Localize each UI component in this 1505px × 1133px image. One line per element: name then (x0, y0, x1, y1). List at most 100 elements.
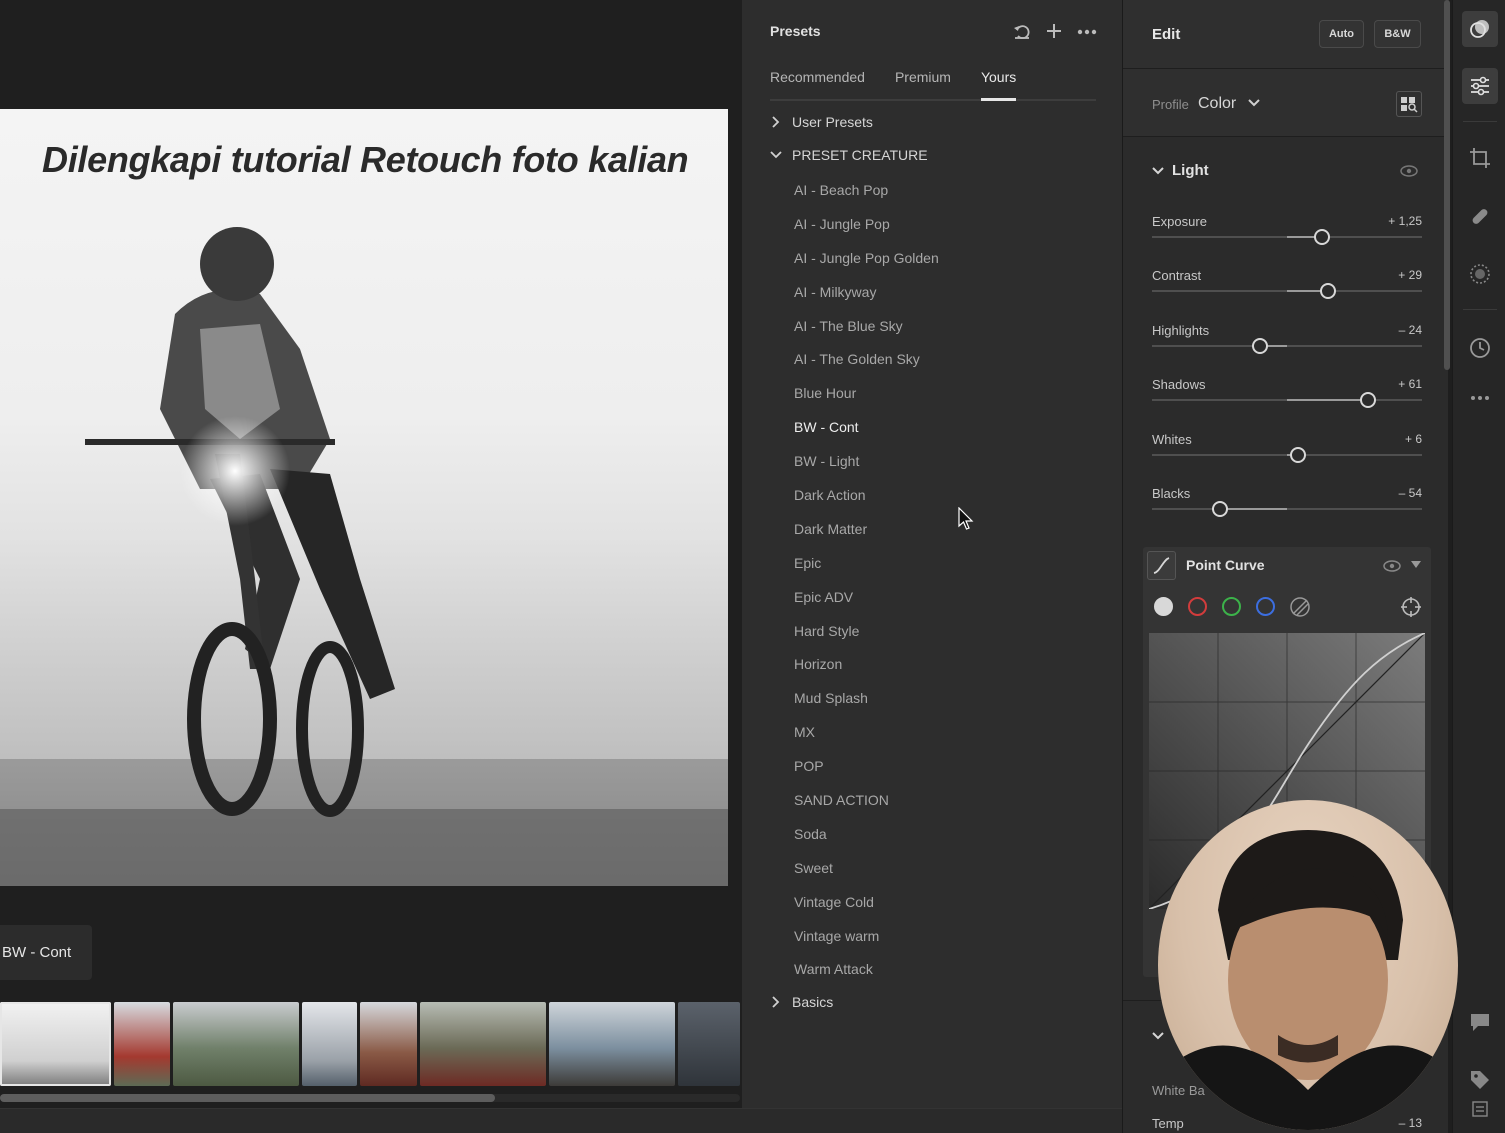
presets-title: Presets (770, 23, 821, 39)
main-photo[interactable]: Dilengkapi tutorial Retouch foto kalian (0, 109, 728, 886)
slider-label: Contrast (1152, 268, 1202, 283)
channel-red-icon[interactable] (1188, 597, 1207, 616)
channel-rgb-icon[interactable] (1154, 597, 1173, 616)
parametric-curve-icon[interactable] (1289, 596, 1311, 618)
chevron-down-icon[interactable] (1152, 1031, 1164, 1041)
whites-slider[interactable]: Whites + 6 (1152, 432, 1422, 477)
auto-button[interactable]: Auto (1319, 20, 1364, 48)
filmstrip-thumb[interactable] (360, 1002, 417, 1086)
preset-item[interactable]: AI - The Blue Sky (794, 314, 939, 348)
bw-button[interactable]: B&W (1374, 20, 1421, 48)
eye-icon[interactable] (1383, 560, 1401, 572)
preset-item[interactable]: SAND ACTION (794, 788, 939, 822)
preset-item[interactable]: Epic (794, 551, 939, 585)
preset-item[interactable]: Hard Style (794, 619, 939, 653)
slider-value[interactable]: + 1,25 (1388, 214, 1422, 228)
rail-info-button[interactable] (1462, 1094, 1498, 1124)
rail-crop-button[interactable] (1462, 140, 1498, 176)
preset-item[interactable]: Soda (794, 822, 939, 856)
slider-knob[interactable] (1314, 229, 1331, 245)
preset-item[interactable]: POP (794, 754, 939, 788)
filmstrip-scrollbar[interactable] (0, 1094, 740, 1102)
edit-panel-scrollbar[interactable] (1444, 0, 1450, 370)
preset-item[interactable]: Dark Action (794, 483, 939, 517)
preset-item[interactable]: BW - Light (794, 449, 939, 483)
rail-edit-button[interactable] (1462, 68, 1498, 104)
preset-item[interactable]: AI - Jungle Pop (794, 212, 939, 246)
tab-premium[interactable]: Premium (895, 69, 951, 99)
highlights-slider[interactable]: Highlights – 24 (1152, 323, 1422, 368)
target-adjust-icon[interactable] (1400, 596, 1422, 618)
presets-icon (1470, 20, 1489, 38)
rail-comments-button[interactable] (1462, 1004, 1498, 1040)
shadows-slider[interactable]: Shadows + 61 (1152, 377, 1422, 422)
slider-knob[interactable] (1252, 338, 1268, 354)
filmstrip-thumb[interactable] (302, 1002, 357, 1086)
contrast-slider[interactable]: Contrast + 29 (1152, 268, 1422, 313)
preset-item-selected[interactable]: BW - Cont (794, 415, 939, 449)
filmstrip-thumb[interactable] (173, 1002, 299, 1086)
preset-item[interactable]: Sweet (794, 856, 939, 890)
slider-value[interactable]: + 29 (1398, 268, 1422, 282)
blacks-slider[interactable]: Blacks – 54 (1152, 486, 1422, 531)
preset-item[interactable]: Vintage warm (794, 924, 939, 958)
rail-masking-button[interactable] (1462, 256, 1498, 292)
channel-green-icon[interactable] (1222, 597, 1241, 616)
preset-item[interactable]: Vintage Cold (794, 890, 939, 924)
preset-item[interactable]: AI - Beach Pop (794, 178, 939, 212)
rail-presets-button[interactable] (1462, 11, 1498, 47)
slider-value[interactable]: – 24 (1399, 323, 1422, 337)
slider-track[interactable] (1152, 508, 1422, 510)
filmstrip-thumb[interactable] (549, 1002, 675, 1086)
slider-knob[interactable] (1319, 283, 1336, 299)
slider-knob[interactable] (1360, 392, 1376, 408)
profile-dropdown[interactable]: Color (1198, 95, 1261, 113)
undo-icon[interactable] (1012, 22, 1032, 42)
group-basics[interactable]: Basics (770, 994, 833, 1010)
info-icon (1472, 1101, 1488, 1117)
slider-value[interactable]: + 6 (1405, 432, 1422, 446)
preset-item[interactable]: Horizon (794, 652, 939, 686)
curve-icon[interactable] (1147, 551, 1176, 580)
bottom-toolbar (0, 1108, 1122, 1133)
tab-recommended[interactable]: Recommended (770, 69, 865, 99)
slider-value[interactable]: + 61 (1398, 377, 1422, 391)
filmstrip (0, 1002, 742, 1088)
filmstrip-scroll-thumb[interactable] (0, 1094, 495, 1102)
slider-value[interactable]: – 54 (1399, 486, 1422, 500)
preset-item[interactable]: Mud Splash (794, 686, 939, 720)
preset-item[interactable]: AI - Jungle Pop Golden (794, 246, 939, 280)
filmstrip-thumb[interactable] (678, 1002, 740, 1086)
rail-tags-button[interactable] (1462, 1062, 1498, 1098)
rail-history-button[interactable] (1462, 330, 1498, 366)
tab-yours[interactable]: Yours (980, 69, 1017, 101)
profile-browser-icon[interactable] (1396, 91, 1422, 117)
channel-blue-icon[interactable] (1256, 597, 1275, 616)
preset-item[interactable]: Blue Hour (794, 381, 939, 415)
group-user-presets[interactable]: User Presets (770, 114, 873, 130)
rail-more-button[interactable] (1462, 380, 1498, 416)
slider-knob[interactable] (1289, 447, 1306, 463)
add-preset-icon[interactable] (1044, 22, 1064, 42)
more-options-icon[interactable] (1076, 22, 1097, 42)
preset-item[interactable]: AI - Milkyway (794, 280, 939, 314)
slider-track[interactable] (1152, 345, 1422, 347)
rail-healing-button[interactable] (1462, 198, 1498, 234)
eye-icon[interactable] (1400, 165, 1418, 177)
chevron-down-icon[interactable] (1411, 561, 1421, 569)
temp-value[interactable]: – 13 (1399, 1116, 1422, 1130)
preset-item[interactable]: MX (794, 720, 939, 754)
group-preset-creature[interactable]: PRESET CREATURE (770, 147, 928, 163)
light-header[interactable]: Light (1152, 162, 1209, 179)
crop-icon (1470, 148, 1490, 168)
slider-knob[interactable] (1211, 501, 1228, 517)
preset-item[interactable]: Dark Matter (794, 517, 939, 551)
preset-item[interactable]: AI - The Golden Sky (794, 347, 939, 381)
filmstrip-thumb[interactable] (0, 1002, 111, 1086)
exposure-slider[interactable]: Exposure + 1,25 (1152, 214, 1422, 259)
filmstrip-thumb[interactable] (114, 1002, 170, 1086)
preset-item[interactable]: Warm Attack (794, 957, 939, 991)
filmstrip-thumb[interactable] (420, 1002, 546, 1086)
photo-overlay-title: Dilengkapi tutorial Retouch foto kalian (42, 139, 689, 180)
preset-item[interactable]: Epic ADV (794, 585, 939, 619)
